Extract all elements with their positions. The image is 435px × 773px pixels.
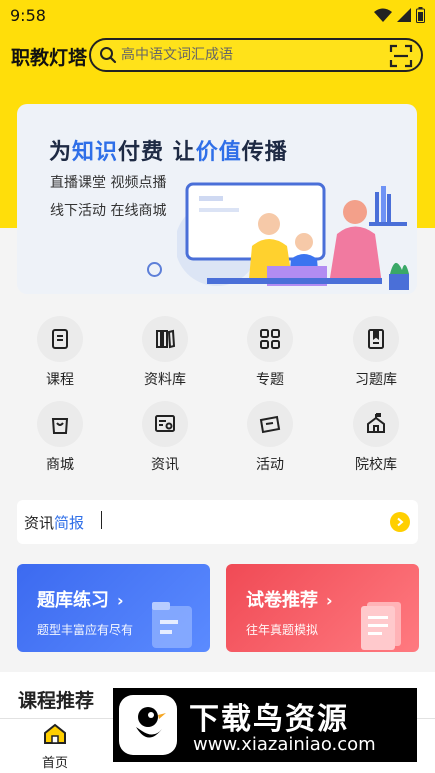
grid-item-library[interactable]: 资料库 xyxy=(125,316,205,389)
banner-headline: 为知识付费 让价值传播 xyxy=(49,140,288,165)
grid-label: 习题库 xyxy=(355,372,397,388)
chevron-right-icon[interactable] xyxy=(390,512,410,532)
card-subtitle: 往年真题模拟 xyxy=(246,623,319,637)
card-title: 试卷推荐 › xyxy=(246,590,333,611)
card-title: 题库练习 › xyxy=(37,590,124,611)
home-icon xyxy=(44,723,66,744)
tab-home[interactable]: 首页 xyxy=(15,723,95,771)
app-title: 职教灯塔 xyxy=(11,47,88,69)
grid-item-topics[interactable]: 专题 xyxy=(230,316,310,389)
grid-item-course[interactable]: 课程 xyxy=(20,316,100,389)
app-header: 职教灯塔 xyxy=(0,36,435,76)
grid-item-exercises[interactable]: 习题库 xyxy=(336,316,416,389)
school-icon xyxy=(353,401,399,447)
card-subtitle: 题型丰富应有尽有 xyxy=(37,623,134,637)
watermark-url: www.xiazainiao.com xyxy=(193,734,376,755)
tab-home-label: 首页 xyxy=(41,756,68,771)
grid-label: 商城 xyxy=(46,457,74,473)
banner-line-1: 直播课堂 视频点播 xyxy=(50,175,167,191)
promo-banner[interactable]: 为知识付费 让价值传播 直播课堂 视频点播 线下活动 在线商城 xyxy=(17,104,417,294)
grid-item-mall[interactable]: 商城 xyxy=(20,401,100,474)
search-bar[interactable] xyxy=(89,38,423,72)
banner-illustration xyxy=(177,182,409,290)
grid-item-events[interactable]: 活动 xyxy=(230,401,310,474)
status-icons xyxy=(374,7,425,23)
wifi-icon xyxy=(374,8,392,22)
book-icon xyxy=(37,316,83,362)
grid-label: 活动 xyxy=(256,457,284,473)
shopping-bag-icon xyxy=(37,401,83,447)
status-bar: 9:58 xyxy=(0,0,435,32)
paper-stack-icon xyxy=(361,602,401,650)
grid-icon xyxy=(247,316,293,362)
search-input[interactable] xyxy=(121,44,371,66)
grid-label: 资料库 xyxy=(144,372,186,388)
ticker-cursor xyxy=(101,511,102,529)
banner-indicator xyxy=(147,262,162,277)
news-ticker[interactable]: 资讯简报 xyxy=(17,500,418,544)
news-label: 资讯简报 xyxy=(24,514,85,532)
watermark-title: 下载鸟资源 xyxy=(189,702,349,737)
news-icon xyxy=(142,401,188,447)
section-title: 课程推荐 xyxy=(18,690,95,712)
books-icon xyxy=(142,316,188,362)
bird-logo-icon xyxy=(119,695,177,755)
banner-line-2: 线下活动 在线商城 xyxy=(50,203,167,219)
exam-paper-card[interactable]: 试卷推荐 › 往年真题模拟 xyxy=(226,564,419,652)
signal-icon xyxy=(397,8,411,22)
question-bank-card[interactable]: 题库练习 › 题型丰富应有尽有 xyxy=(17,564,210,652)
status-time: 9:58 xyxy=(10,6,46,25)
exercise-book-icon xyxy=(353,316,399,362)
grid-label: 资讯 xyxy=(151,457,179,473)
watermark-overlay: 下载鸟资源 www.xiazainiao.com xyxy=(113,688,417,762)
grid-item-schools[interactable]: 院校库 xyxy=(336,401,416,474)
grid-item-news[interactable]: 资讯 xyxy=(125,401,205,474)
battery-icon xyxy=(416,7,425,23)
scan-icon[interactable] xyxy=(389,44,413,68)
folder-icon xyxy=(152,602,192,648)
grid-label: 专题 xyxy=(256,372,284,388)
grid-label: 院校库 xyxy=(355,457,397,473)
ticket-icon xyxy=(247,401,293,447)
search-icon xyxy=(100,47,117,64)
grid-label: 课程 xyxy=(46,372,74,388)
